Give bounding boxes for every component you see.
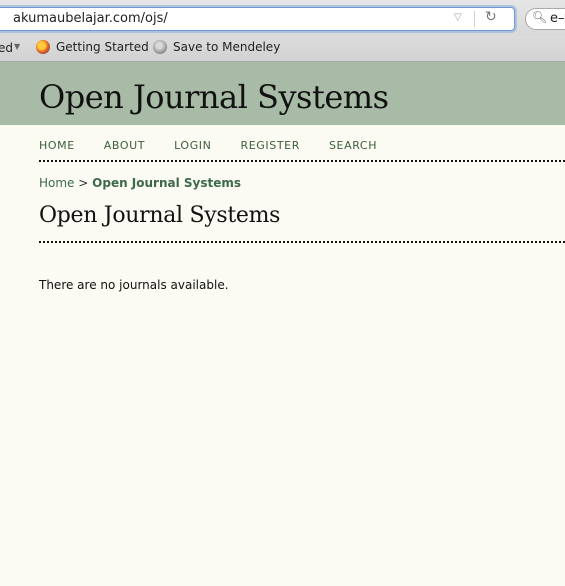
nav-login[interactable]: LOGIN: [174, 139, 211, 152]
breadcrumb: Home > Open Journal Systems: [39, 176, 241, 190]
search-icon: 🔍︎: [532, 10, 548, 24]
breadcrumb-separator: >: [78, 176, 89, 190]
url-dropdown-icon[interactable]: ▽: [454, 12, 462, 23]
bookmark-truncated[interactable]: ed: [0, 41, 13, 55]
url-separator: [474, 11, 475, 27]
bookmark-label: Getting Started: [56, 40, 149, 54]
nav-search[interactable]: SEARCH: [329, 139, 377, 152]
site-header: Open Journal Systems: [0, 62, 565, 125]
search-input[interactable]: e–f: [550, 11, 565, 26]
reload-icon[interactable]: ↻: [485, 9, 497, 25]
url-bar[interactable]: akumaubelajar.com/ojs/ ▽ ↻: [0, 7, 515, 31]
search-bar[interactable]: 🔍︎ e–f: [525, 8, 565, 30]
nav-home[interactable]: HOME: [39, 139, 75, 152]
empty-message: There are no journals available.: [39, 278, 229, 292]
main-nav: HOME ABOUT LOGIN REGISTER SEARCH: [39, 139, 406, 152]
bookmark-label: Save to Mendeley: [173, 40, 281, 54]
browser-toolbar: akumaubelajar.com/ojs/ ▽ ↻ 🔍︎ e–f: [0, 0, 565, 36]
bookmark-save-to-mendeley[interactable]: Save to Mendeley: [153, 40, 280, 54]
globe-icon: [153, 40, 167, 54]
bookmarks-bar: ed ▼ Getting Started Save to Mendeley: [0, 36, 565, 62]
site-title: Open Journal Systems: [39, 78, 389, 116]
title-divider: [39, 241, 565, 243]
nav-register[interactable]: REGISTER: [241, 139, 300, 152]
bookmark-getting-started[interactable]: Getting Started: [36, 40, 149, 54]
nav-about[interactable]: ABOUT: [104, 139, 145, 152]
firefox-icon: [36, 40, 50, 54]
breadcrumb-current[interactable]: Open Journal Systems: [92, 176, 241, 190]
url-text[interactable]: akumaubelajar.com/ojs/: [13, 11, 168, 26]
chevron-down-icon[interactable]: ▼: [14, 42, 20, 51]
breadcrumb-home[interactable]: Home: [39, 176, 74, 190]
page-title: Open Journal Systems: [39, 203, 281, 228]
nav-divider: [39, 160, 565, 162]
